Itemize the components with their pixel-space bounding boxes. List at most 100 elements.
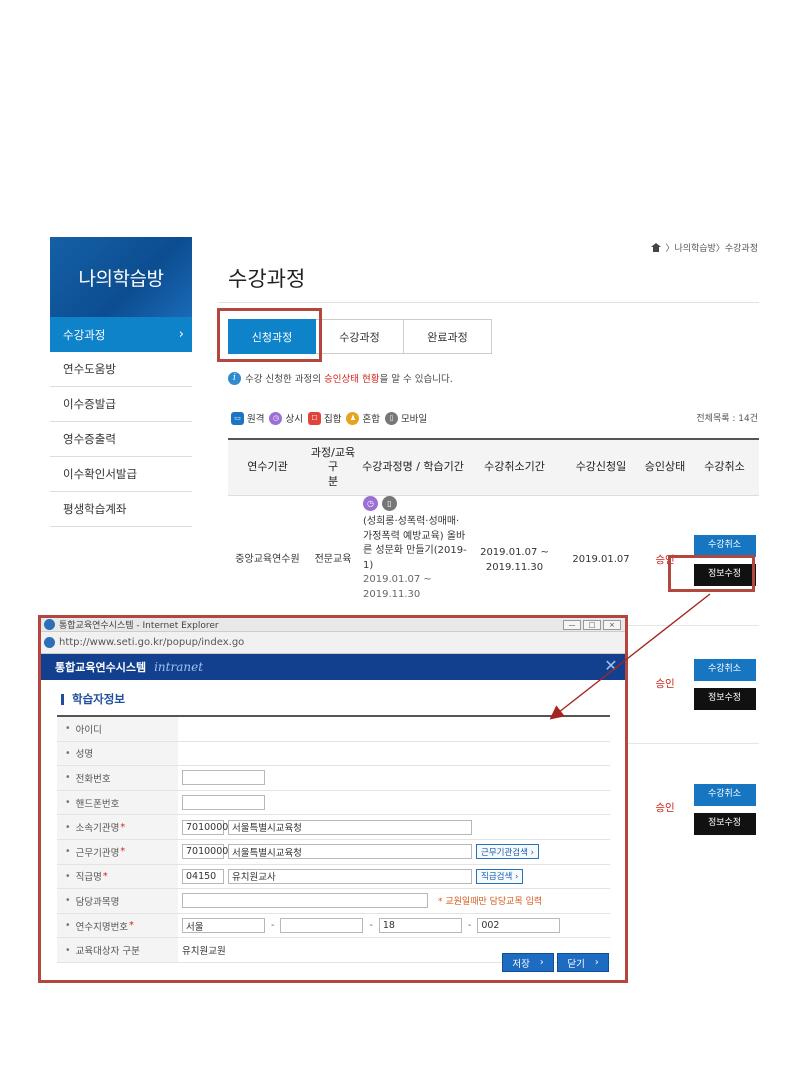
clock-icon: ◷ [363,496,378,511]
window-close-icon[interactable]: × [603,619,621,630]
sidebar: 나의학습방 수강과정 › 연수도움방 이수증발급 영수증출력 이수확인서발급 평… [50,237,192,527]
window-title: 통합교육연수시스템 - Internet Explorer [59,621,219,631]
sidebar-item-certificate[interactable]: 이수증발급 [50,387,192,422]
form-row-name: • 성명 [57,741,610,767]
title-divider [218,302,759,303]
header-applied: 수강신청일 [575,460,627,474]
rank-search-button[interactable]: 직급검색 › [476,868,524,884]
clock-icon: ◷ [269,411,283,425]
form-row-reg: • 연수지명번호 * 서울 - - 18 - 002 [57,913,610,939]
breadcrumb-text: 〉나의학습방〉수강과정 [665,244,758,254]
course-period: 2019.01.07 ~ 2019.11.30 [363,574,432,600]
cell-course: ◷ ▯ (성희롱·성폭력·성매매·가정폭력 예방교육) 올바른 성문화 만들기(… [359,496,467,625]
edit-highlight-box [668,555,755,592]
save-button[interactable]: 저장 › [502,953,554,972]
org-code-input[interactable]: 7010000 [182,819,228,835]
work-name-input[interactable]: 서울특별시교육청 [228,844,472,860]
legend: ▭ 원격 ◷ 상시 ☐ 집합 ♟ 혼합 ▯ 모바일 [229,411,427,425]
maximize-icon[interactable]: □ [583,619,601,630]
form-row-work: • 근무기관명 * 7010000 서울특별시교육청 근무기관검색 › [57,839,610,865]
learner-info-form: • 아이디 • 성명 • 전화번호 • 핸드폰번호 • 소속기관명 * 7010000 서울… [57,715,610,963]
field-label: 전화번호 [75,773,111,785]
sidebar-item-label: 이수확인서발급 [63,467,138,481]
field-label: 연수지명번호 [75,921,129,933]
total-count: 전체목록 : 14건 [696,414,758,424]
legend-label: 집합 [323,414,342,425]
sidebar-item-help[interactable]: 연수도움방 [50,352,192,387]
header-cancel: 수강취소 [704,460,745,474]
home-icon[interactable] [651,243,662,252]
sidebar-item-label: 평생학습계좌 [63,502,127,516]
table-header: 연수기관 과정/교육구 분 수강과정명 / 학습기간 수강취소기간 수강신청일 승… [228,438,759,496]
cancel-course-button[interactable]: 수강취소 [693,535,756,557]
reg-region-input[interactable]: 서울 [182,918,265,934]
rank-code-input[interactable]: 04150 [182,868,224,884]
minimize-icon[interactable]: — [563,619,581,630]
sidebar-item-lifelong[interactable]: 평생학습계좌 [50,492,192,527]
popup-window: 통합교육연수시스템 - Internet Explorer — □ × http… [38,615,628,983]
rank-name-input[interactable]: 유치원교사 [228,868,472,884]
work-search-button[interactable]: 근무기관검색 › [476,844,540,860]
sidebar-item-courses[interactable]: 수강과정 › [50,317,192,352]
sidebar-item-label: 연수도움방 [63,362,116,376]
mobile-input[interactable] [182,795,265,811]
legend-label: 상시 [285,414,303,425]
chevron-right-icon: › [594,957,599,968]
cancel-course-button[interactable]: 수강취소 [693,659,756,681]
header-course: 수강과정명 / 학습기간 [362,460,464,474]
address-bar[interactable]: http://www.seti.go.kr/popup/index.go [41,632,625,654]
mixed-icon: ♟ [346,411,360,425]
popup-header: 통합교육연수시스템 intranet ✕ [41,654,625,680]
header-cancel-period: 수강취소기간 [484,460,545,474]
field-label: 담당과목명 [75,896,120,908]
org-name-input[interactable]: 서울특별시교육청 [228,819,472,835]
tab-completed[interactable]: 완료과정 [404,319,492,354]
field-label: 핸드폰번호 [75,798,120,810]
cell-org: 중앙교육연수원 [235,554,300,566]
reg-part4-input[interactable]: 002 [477,918,561,934]
tab-highlight-box [217,308,322,362]
sidebar-item-completion[interactable]: 이수확인서발급 [50,457,192,492]
monitor-icon: ▭ [231,411,244,425]
info-text-highlight: 승인상태 현황 [323,374,380,385]
popup-brand-sub: intranet [154,660,204,674]
popup-brand: 통합교육연수시스템 [55,661,147,674]
close-button[interactable]: 닫기 › [557,953,609,972]
mobile-icon: ▯ [384,411,398,425]
chevron-right-icon: › [178,327,184,342]
phone-input[interactable] [182,770,265,786]
reg-part2-input[interactable] [280,918,364,934]
course-type-icons: ◷ ▯ [363,496,397,511]
form-row-phone: • 전화번호 [57,766,610,791]
legend-label: 원격 [247,414,265,425]
header-status: 승인상태 [644,460,686,474]
cancel-course-button[interactable]: 수강취소 [693,783,756,806]
info-message: i 수강 신청한 과정의 승인상태 현황을 알 수 있습니다. [228,371,453,385]
form-row-org: • 소속기관명 * 7010000 서울특별시교육청 [57,815,610,840]
field-label: 소속기관명 [75,823,120,835]
subject-note: * 교원일때만 담당교목 입력 [438,897,543,908]
popup-actions: 저장 › 닫기 › [502,953,609,972]
close-icon[interactable]: ✕ [603,658,619,674]
info-icon: i [228,371,241,385]
edit-info-button[interactable]: 정보수정 [693,688,756,710]
form-row-rank: • 직급명 * 04150 유치원교사 직급검색 › [57,864,610,890]
mobile-icon: ▯ [382,496,397,511]
subject-input[interactable] [182,893,428,909]
edit-info-button[interactable]: 정보수정 [693,812,756,835]
sidebar-item-receipt[interactable]: 영수증출력 [50,422,192,457]
sidebar-item-label: 수강과정 [63,327,106,342]
field-label: 성명 [75,749,94,761]
page-title: 수강과정 [228,267,306,291]
cell-actions: 수강취소 정보수정 [690,744,759,874]
field-label: 근무기관명 [75,847,120,859]
course-name-link[interactable]: (성희롱·성폭력·성매매·가정폭력 예방교육) 올바른 성문화 만들기(2019… [363,515,467,573]
reg-part3-input[interactable]: 18 [378,918,462,934]
section-title: 학습자정보 [61,691,625,707]
work-code-input[interactable]: 7010000 [182,844,228,860]
form-row-id: • 아이디 [57,717,610,742]
form-row-dept: • 담당과목명 * 교원일때만 담당교목 입력 [57,889,610,914]
sidebar-item-label: 이수증발급 [63,397,116,411]
sidebar-item-label: 영수증출력 [63,432,116,446]
tab-enrolled[interactable]: 수강과정 [316,319,404,354]
